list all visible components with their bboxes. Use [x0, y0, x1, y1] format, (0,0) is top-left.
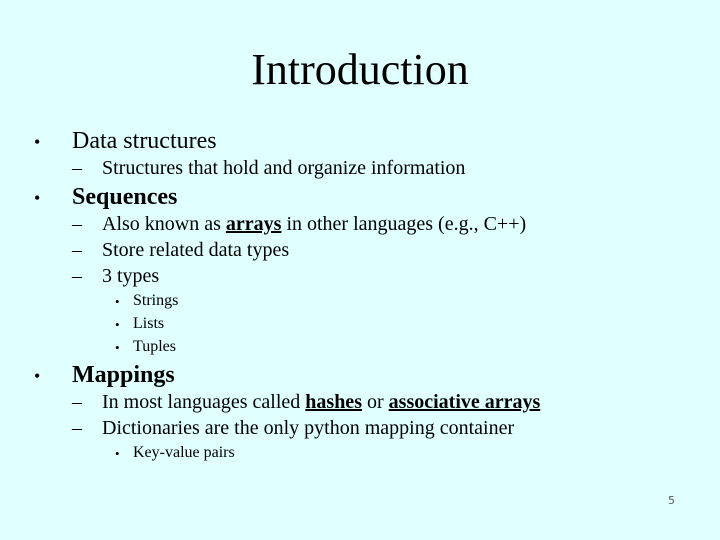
dash-icon: –	[72, 417, 82, 439]
sub-bullet-text: 3 types	[102, 265, 160, 287]
text-part: in other languages (e.g., C++)	[281, 213, 527, 235]
key-value-text: Key-value pairs	[133, 444, 235, 461]
dash-icon: –	[72, 239, 82, 261]
dash-icon: –	[72, 213, 82, 235]
page-number: 5	[668, 494, 675, 507]
text-part: or	[361, 391, 389, 413]
bullet-text: Sequences	[72, 184, 178, 210]
sub-bullet-text: Structures that hold and organize inform…	[102, 157, 466, 179]
text-part: Also known as	[102, 213, 226, 235]
bullet-text: Mappings	[72, 362, 175, 388]
type-text: Tuples	[133, 338, 176, 355]
bullet-icon: •	[34, 366, 41, 386]
bullet-icon: •	[34, 132, 41, 152]
term-associative-arrays: associative arrays	[388, 391, 541, 413]
dash-icon: –	[72, 265, 82, 287]
slide-title: Introduction	[251, 45, 469, 94]
sub-bullet-text: Also known as arrays in other languages …	[102, 213, 526, 236]
sub-bullet-text: In most languages called hashes or assoc…	[102, 391, 540, 414]
sub-bullet-text: Dictionaries are the only python mapping…	[102, 417, 515, 439]
sub-bullet-text: Store related data types	[102, 239, 290, 261]
type-text: Lists	[133, 315, 165, 332]
term-arrays: arrays	[225, 213, 282, 235]
dash-icon: –	[72, 157, 82, 179]
bullet-icon: •	[115, 340, 120, 355]
bullet-icon: •	[34, 188, 41, 208]
bullet-icon: •	[115, 317, 120, 332]
bullet-icon: •	[115, 446, 120, 461]
term-hashes: hashes	[305, 391, 362, 413]
type-text: Strings	[133, 292, 179, 309]
dash-icon: –	[72, 391, 82, 413]
bullet-text: Data structures	[72, 128, 217, 154]
bullet-icon: •	[115, 294, 120, 309]
text-part: In most languages called	[102, 391, 306, 413]
